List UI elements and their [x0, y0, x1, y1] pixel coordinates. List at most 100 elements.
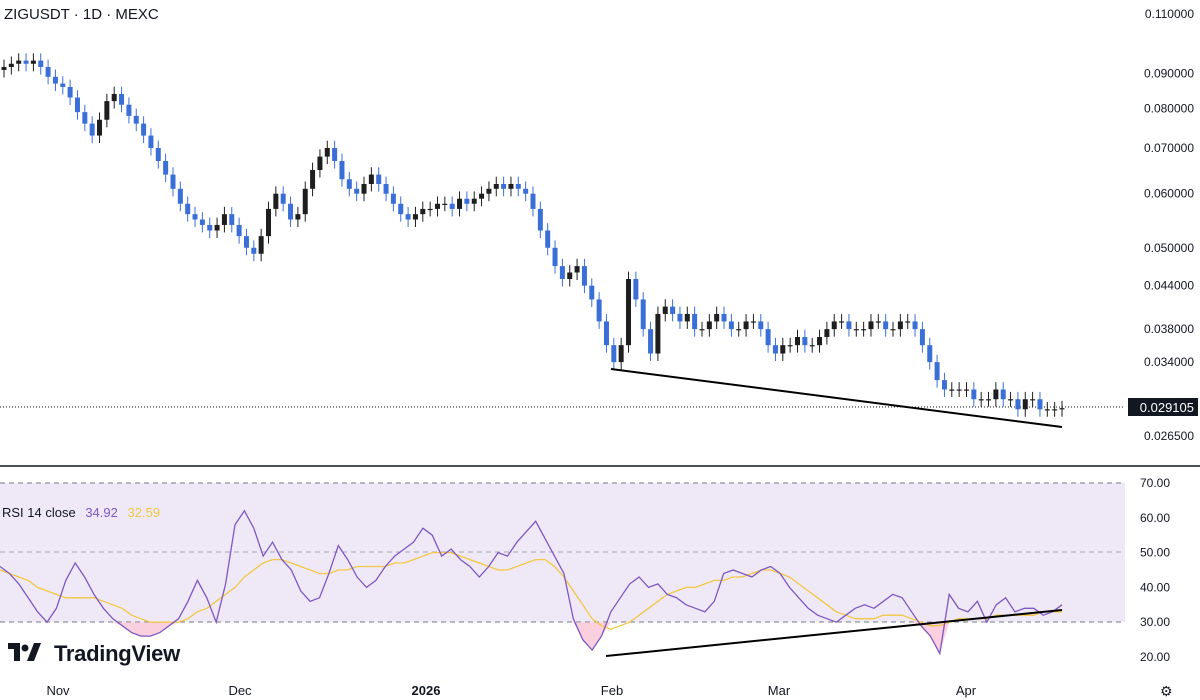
- candle-body: [978, 399, 984, 401]
- candle-body: [1044, 409, 1050, 411]
- candle-body: [412, 214, 418, 220]
- candle-body: [427, 208, 433, 211]
- time-tick-label: Feb: [601, 683, 623, 698]
- candle-body: [38, 60, 44, 67]
- time-axis[interactable]: Nov Dec 2026 Feb Mar Apr: [46, 683, 976, 698]
- candle-body: [662, 306, 668, 314]
- time-tick-label: Mar: [768, 683, 791, 698]
- rsi-tick-label: 40.00: [1140, 580, 1170, 594]
- candle-body: [258, 236, 264, 254]
- brand-name: TradingView: [54, 641, 180, 666]
- candle-body: [1000, 389, 1006, 400]
- candle-body: [596, 299, 602, 322]
- candle-body: [1022, 399, 1028, 410]
- candle-body: [464, 198, 470, 204]
- candle-body: [861, 329, 867, 331]
- candle-body: [251, 247, 257, 254]
- candle-body: [780, 345, 786, 354]
- candle-body: [1, 66, 7, 70]
- candle-body: [471, 198, 477, 204]
- candle-body: [236, 224, 242, 237]
- candle-body: [8, 63, 14, 67]
- candle-body: [501, 183, 507, 189]
- candle-body: [626, 279, 632, 346]
- candle-body: [545, 230, 551, 248]
- candle-body: [30, 60, 36, 64]
- time-tick-label: Nov: [46, 683, 70, 698]
- candle-body: [376, 174, 382, 184]
- candle-body: [295, 214, 301, 220]
- candle-body: [141, 123, 147, 136]
- candle-body: [1030, 399, 1036, 401]
- candle-body: [434, 203, 440, 209]
- candle-body: [457, 198, 463, 209]
- settings-gear-icon[interactable]: ⚙: [1160, 683, 1173, 700]
- rsi-legend-ma-value: 32.59: [127, 505, 161, 520]
- chart-title: ZIGUSDT · 1D · MEXC: [4, 6, 159, 23]
- candle-body: [883, 321, 889, 330]
- price-pane[interactable]: [0, 53, 1125, 428]
- candle-body: [280, 193, 286, 204]
- candle-body: [552, 247, 558, 267]
- candle-body: [1015, 399, 1021, 410]
- candle-body: [618, 345, 624, 363]
- candle-body: [677, 313, 683, 322]
- candle-body: [82, 112, 88, 124]
- candle-body: [772, 345, 778, 354]
- candle-body: [119, 93, 125, 105]
- candle-body: [368, 174, 374, 184]
- candle-body: [699, 329, 705, 331]
- candle-body: [177, 188, 183, 204]
- rsi-legend[interactable]: RSI 14 close 34.92 32.59: [2, 505, 166, 520]
- candle-body: [611, 345, 617, 363]
- price-badge: 0.029105: [1128, 398, 1198, 416]
- candle-body: [1008, 399, 1014, 401]
- candle-body: [817, 337, 823, 346]
- rsi-tick-label: 30.00: [1140, 615, 1170, 629]
- price-axis[interactable]: 0.110000 0.090000 0.080000 0.070000 0.060000…: [1144, 7, 1194, 443]
- candle-body: [537, 208, 543, 231]
- rsi-axis[interactable]: 70.00 60.00 50.00 40.00 30.00 20.00: [1140, 476, 1170, 664]
- candle-body: [126, 104, 132, 116]
- candle-body: [339, 160, 345, 180]
- candle-body: [493, 183, 499, 189]
- candle-body: [890, 329, 896, 331]
- rsi-pane[interactable]: [0, 482, 1125, 657]
- time-tick-label: Apr: [956, 683, 977, 698]
- tradingview-logo[interactable]: TradingView: [48, 641, 180, 667]
- candle-body: [934, 362, 940, 381]
- candle-body: [963, 389, 969, 391]
- price-badge-text: 0.029105: [1140, 400, 1194, 415]
- candle-body: [302, 188, 308, 215]
- candle-body: [971, 389, 977, 400]
- candle-body: [89, 123, 95, 136]
- candle-body: [853, 329, 859, 331]
- candle-body: [530, 193, 536, 209]
- candle-body: [60, 83, 66, 87]
- time-tick-label: 2026: [412, 683, 441, 698]
- candle-body: [927, 345, 933, 363]
- price-tick-label: 0.026500: [1144, 429, 1194, 443]
- candle-body: [581, 266, 587, 286]
- candle-body: [1059, 408, 1065, 410]
- candle-body: [809, 345, 815, 347]
- candle-body: [185, 203, 191, 215]
- candle-body: [875, 321, 881, 323]
- candle-body: [288, 203, 294, 220]
- candle-body: [603, 321, 609, 346]
- candle-body: [390, 193, 396, 204]
- candle-body: [846, 321, 852, 330]
- candle-body: [133, 115, 139, 124]
- candle-body: [567, 272, 573, 280]
- candle-body: [941, 380, 947, 390]
- candle-body: [714, 313, 720, 322]
- candle-body: [993, 389, 999, 400]
- candle-body: [163, 160, 169, 175]
- price-tick-label: 0.080000: [1144, 101, 1194, 115]
- candle-body: [361, 183, 367, 194]
- candle-body: [486, 188, 492, 194]
- candle-body: [750, 321, 756, 323]
- candle-body: [523, 188, 529, 194]
- candle-body: [831, 321, 837, 330]
- candle-body: [574, 266, 580, 273]
